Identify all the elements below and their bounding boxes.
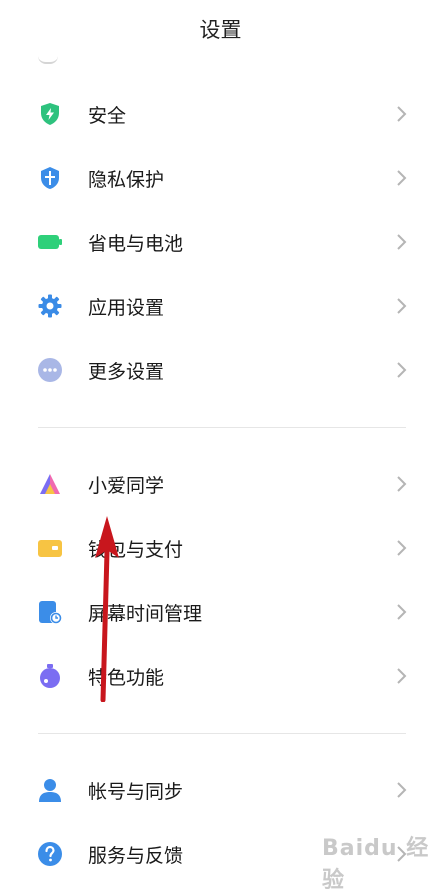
screen-time-icon: [39, 601, 62, 624]
settings-row-special-features[interactable]: 特色功能: [0, 648, 441, 704]
settings-row-xiaoai[interactable]: 小爱同学: [0, 456, 441, 512]
chevron-right-icon: [397, 782, 407, 798]
chevron-right-icon: [397, 476, 407, 492]
settings-row-wallet[interactable]: 钱包与支付: [0, 520, 441, 576]
privacy-shield-icon: [41, 167, 59, 189]
chevron-right-icon: [397, 604, 407, 620]
settings-row-battery[interactable]: 省电与电池: [0, 214, 441, 270]
chevron-right-icon: [397, 362, 407, 378]
partial-icon: [38, 56, 58, 64]
chevron-right-icon: [397, 298, 407, 314]
settings-row-label: 省电与电池: [88, 233, 184, 255]
settings-row-more-settings[interactable]: 更多设置: [0, 342, 441, 398]
settings-row-label: 隐私保护: [88, 169, 165, 191]
chevron-right-icon: [397, 540, 407, 556]
shield-bolt-icon: [41, 103, 59, 125]
settings-row-label: 帐号与同步: [88, 781, 184, 803]
settings-row-screen-time[interactable]: 屏幕时间管理: [0, 584, 441, 640]
gear-icon: [38, 294, 62, 318]
page-title: 设置: [199, 18, 242, 42]
account-icon: [39, 779, 61, 802]
settings-row-app-settings[interactable]: 应用设置: [0, 278, 441, 334]
settings-row-label: 小爱同学: [88, 475, 165, 497]
more-dots-icon: [38, 358, 62, 382]
settings-row-account-sync[interactable]: 帐号与同步: [0, 762, 441, 818]
settings-row-security[interactable]: 安全: [0, 86, 441, 142]
chevron-right-icon: [397, 668, 407, 684]
settings-row-privacy[interactable]: 隐私保护: [0, 150, 441, 206]
settings-row-label: 服务与反馈: [88, 845, 184, 867]
battery-icon: [38, 235, 62, 249]
baidu-watermark: Baidu 经验: [322, 836, 430, 893]
settings-row-label: 安全: [88, 105, 127, 127]
section-divider: [38, 733, 406, 734]
chevron-right-icon: [397, 106, 407, 122]
wallet-icon: [38, 540, 62, 557]
chevron-right-icon: [397, 234, 407, 250]
settings-row-label: 更多设置: [88, 361, 165, 383]
settings-row-label: 应用设置: [88, 297, 165, 319]
chevron-right-icon: [397, 170, 407, 186]
section-divider: [38, 427, 406, 428]
help-icon: [38, 842, 62, 866]
xiaoai-icon: [40, 474, 60, 494]
special-features-icon: [40, 664, 60, 688]
swipe-up-arrow: [95, 516, 119, 702]
